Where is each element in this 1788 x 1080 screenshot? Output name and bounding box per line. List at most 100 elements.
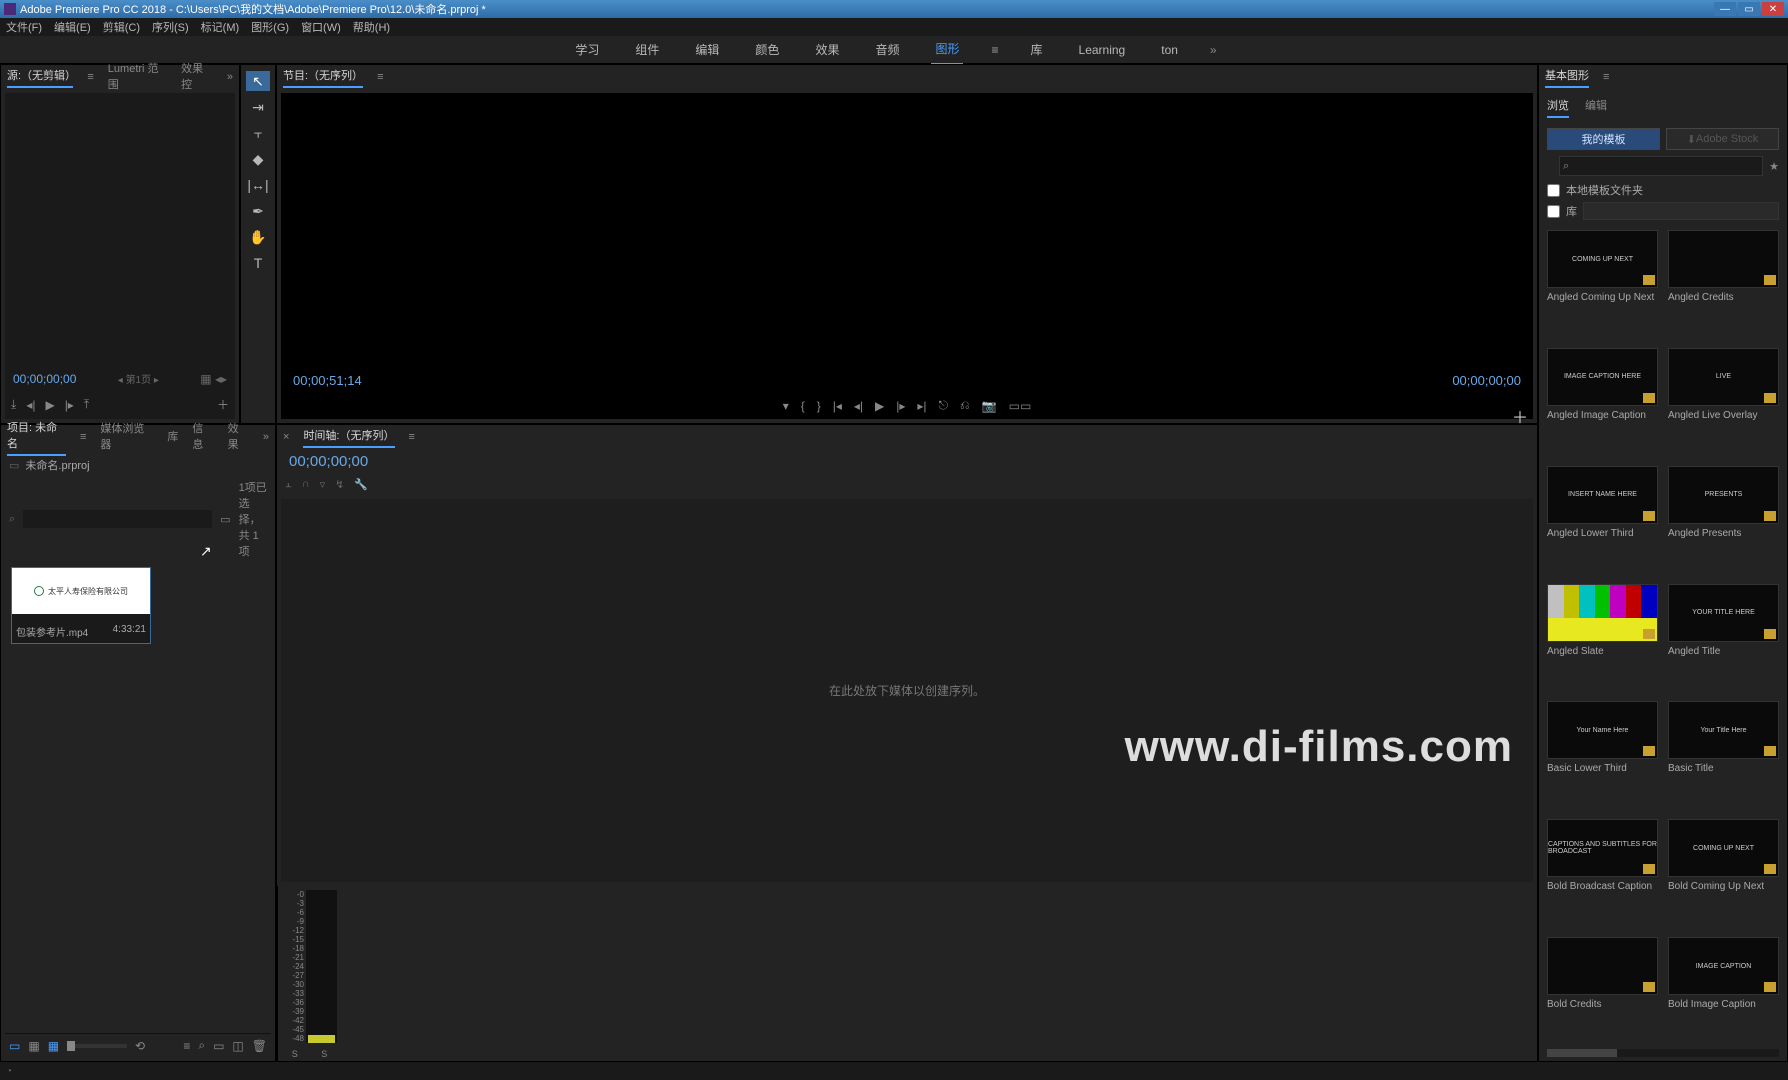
project-tabs-overflow-icon[interactable]: » xyxy=(263,431,269,443)
menu-sequence[interactable]: 序列(S) xyxy=(152,19,189,35)
selection-tool-icon[interactable]: ↖ xyxy=(246,71,270,91)
workspace-editing[interactable]: 编辑 xyxy=(691,35,723,64)
program-lift-icon[interactable]: ⎋ xyxy=(939,398,949,413)
graphics-tab-menu-icon[interactable]: ≡ xyxy=(1603,71,1609,83)
razor-tool-icon[interactable]: ◆ xyxy=(246,149,270,169)
new-bin-icon[interactable]: ▭ xyxy=(213,1039,224,1053)
workspace-audio[interactable]: 音频 xyxy=(871,35,903,64)
library-select[interactable] xyxy=(1583,202,1779,220)
ripple-edit-tool-icon[interactable]: ⫟ xyxy=(246,123,270,143)
menu-clip[interactable]: 剪辑(C) xyxy=(103,19,140,35)
program-mark-in-icon[interactable]: { xyxy=(801,399,805,413)
template-item[interactable]: INSERT NAME HEREAngled Lower Third xyxy=(1547,466,1658,574)
icon-view-icon[interactable]: ▦ xyxy=(28,1039,39,1053)
timeline-snap-icon[interactable]: ⫠ xyxy=(285,478,292,491)
minimize-button[interactable]: — xyxy=(1714,2,1736,16)
audio-solo-left[interactable]: S xyxy=(292,1049,298,1059)
template-item[interactable]: LIVEAngled Live Overlay xyxy=(1668,348,1779,456)
program-play-icon[interactable]: ▶ xyxy=(875,399,884,413)
workspace-learning-cn[interactable]: 学习 xyxy=(571,35,603,64)
template-item[interactable]: Your Title HereBasic Title xyxy=(1668,701,1779,809)
source-mark-out-icon[interactable]: ⤒ xyxy=(84,397,89,412)
workspace-effects[interactable]: 效果 xyxy=(811,35,843,64)
program-add-marker-icon[interactable]: ▾ xyxy=(783,399,789,413)
find-icon[interactable]: ⌕ xyxy=(198,1038,205,1053)
workspace-graphics-menu-icon[interactable]: ≡ xyxy=(991,43,998,57)
slip-tool-icon[interactable]: |↔| xyxy=(246,175,270,195)
timeline-marker-icon[interactable]: ▿ xyxy=(320,478,326,491)
tab-timeline[interactable]: 时间轴:（无序列） xyxy=(303,427,394,448)
timeline-settings-icon[interactable]: ↯ xyxy=(335,478,344,491)
maximize-button[interactable]: ▭ xyxy=(1738,2,1760,16)
workspace-color[interactable]: 颜色 xyxy=(751,35,783,64)
menu-window[interactable]: 窗口(W) xyxy=(301,19,341,35)
favorites-icon[interactable]: ★ xyxy=(1769,160,1779,173)
delete-icon[interactable]: 🗑 xyxy=(252,1039,267,1053)
timeline-wrench-icon[interactable]: 🔧 xyxy=(354,478,368,491)
adobe-stock-button[interactable]: ⬇ Adobe Stock xyxy=(1666,128,1779,150)
workspace-overflow-icon[interactable]: » xyxy=(1210,43,1217,57)
timeline-timecode[interactable]: 00;00;00;00 xyxy=(289,453,368,470)
tab-effect-controls[interactable]: 效果控 xyxy=(181,60,213,95)
template-item[interactable]: Angled Credits xyxy=(1668,230,1779,338)
menu-file[interactable]: 文件(F) xyxy=(6,19,42,35)
workspace-learning-en[interactable]: Learning xyxy=(1075,37,1130,63)
timeline-close-icon[interactable]: × xyxy=(283,431,289,443)
timeline-link-icon[interactable]: ∩ xyxy=(302,478,310,491)
new-item-icon[interactable]: ◫ xyxy=(232,1039,243,1053)
project-tab-menu-icon[interactable]: ≡ xyxy=(80,431,86,443)
my-templates-button[interactable]: 我的模板 xyxy=(1547,128,1660,150)
graphics-search-input[interactable] xyxy=(1559,156,1763,176)
menu-marker[interactable]: 标记(M) xyxy=(201,19,240,35)
local-folder-checkbox[interactable] xyxy=(1547,184,1560,197)
template-item[interactable]: YOUR TITLE HEREAngled Title xyxy=(1668,584,1779,692)
template-item[interactable]: IMAGE CAPTION HEREAngled Image Caption xyxy=(1547,348,1658,456)
project-filter-icon[interactable]: ▭ xyxy=(220,513,230,526)
list-view-icon[interactable]: ▭ xyxy=(9,1039,20,1053)
source-play-icon[interactable]: ▶ xyxy=(45,398,54,412)
library-checkbox[interactable] xyxy=(1547,205,1560,218)
type-tool-icon[interactable]: T xyxy=(246,253,270,273)
source-step-forward-icon[interactable]: |▸ xyxy=(65,398,74,412)
program-step-back-icon[interactable]: ◂| xyxy=(854,399,863,413)
audio-solo-right[interactable]: S xyxy=(321,1049,327,1059)
source-mark-in-icon[interactable]: ⤓ xyxy=(11,397,16,412)
workspace-ton[interactable]: ton xyxy=(1157,37,1182,63)
program-tab-menu-icon[interactable]: ≡ xyxy=(377,71,383,83)
template-item[interactable]: Your Name HereBasic Lower Third xyxy=(1547,701,1658,809)
program-timecode-right[interactable]: 00;00;00;00 xyxy=(1452,373,1521,388)
source-tabs-overflow-icon[interactable]: » xyxy=(227,71,233,83)
workspace-library[interactable]: 库 xyxy=(1027,35,1047,64)
source-zoom-controls[interactable]: ▦ ◂▸ xyxy=(200,372,227,386)
project-search-input[interactable] xyxy=(23,510,212,528)
menu-edit[interactable]: 编辑(E) xyxy=(54,19,91,35)
graphics-zoom-scrollbar[interactable] xyxy=(1547,1049,1779,1057)
tab-source[interactable]: 源:（无剪辑） xyxy=(7,67,73,88)
program-step-forward-icon[interactable]: |▸ xyxy=(896,399,905,413)
menu-graphics[interactable]: 图形(G) xyxy=(251,19,289,35)
thumbnail-size-slider[interactable] xyxy=(67,1044,127,1048)
timeline-drop-area[interactable]: 在此处放下媒体以创建序列。 www.di-films.com xyxy=(281,499,1533,882)
workspace-assembly[interactable]: 组件 xyxy=(631,35,663,64)
graphics-edit-tab[interactable]: 编辑 xyxy=(1585,97,1607,118)
program-go-out-icon[interactable]: ▸| xyxy=(917,399,926,413)
source-step-back-icon[interactable]: ◂| xyxy=(26,398,35,412)
project-clip-item[interactable]: 太平人寿保险有限公司 包装参考片.mp4 4:33:21 xyxy=(11,567,151,644)
program-extract-icon[interactable]: ⎌ xyxy=(960,398,970,413)
tab-program[interactable]: 节目:（无序列） xyxy=(283,67,363,88)
program-go-in-icon[interactable]: |◂ xyxy=(833,399,842,413)
program-compare-icon[interactable]: ▭▭ xyxy=(1009,399,1032,413)
tab-lumetri-scopes[interactable]: Lumetri 范围 xyxy=(108,60,167,95)
program-timecode-left[interactable]: 00;00;51;14 xyxy=(293,373,362,388)
template-item[interactable]: Angled Slate xyxy=(1547,584,1658,692)
audio-meter-bars[interactable] xyxy=(306,890,337,1043)
tab-libraries[interactable]: 库 xyxy=(167,428,178,447)
program-add-button-icon[interactable]: ＋ xyxy=(1512,404,1528,428)
source-timecode-left[interactable]: 00;00;00;00 xyxy=(13,372,76,386)
graphics-browse-tab[interactable]: 浏览 xyxy=(1547,97,1569,118)
tab-essential-graphics[interactable]: 基本图形 xyxy=(1545,67,1589,88)
source-tab-menu-icon[interactable]: ≡ xyxy=(87,71,93,83)
program-export-frame-icon[interactable]: 📷 xyxy=(982,399,997,413)
template-item[interactable]: IMAGE CAPTIONBold Image Caption xyxy=(1668,937,1779,1045)
timeline-tab-menu-icon[interactable]: ≡ xyxy=(409,431,415,443)
